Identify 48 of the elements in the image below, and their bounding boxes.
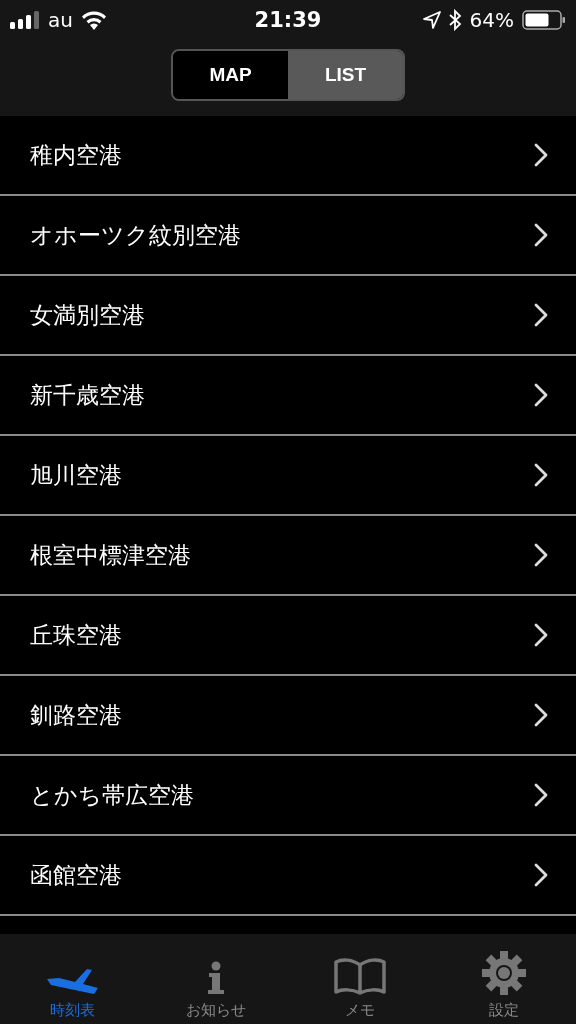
airport-name: 釧路空港 [30, 700, 122, 730]
chevron-right-icon [534, 303, 548, 327]
airport-name: 女満別空港 [30, 300, 145, 330]
tab-bar-item[interactable]: 時刻表 [0, 934, 144, 1024]
airport-list-item[interactable]: オホーツク紋別空港 [0, 196, 576, 276]
chevron-right-icon [534, 623, 548, 647]
airport-name: 根室中標津空港 [30, 540, 191, 570]
chevron-right-icon [534, 783, 548, 807]
location-arrow-icon [422, 11, 441, 29]
book-icon [334, 957, 386, 995]
airport-list-item[interactable]: 女満別空港 [0, 276, 576, 356]
airplane-icon [45, 969, 99, 995]
battery-icon [522, 10, 566, 30]
airport-list-item[interactable]: 釧路空港 [0, 676, 576, 756]
chevron-right-icon [534, 223, 548, 247]
settings-icon [482, 951, 526, 995]
chevron-right-icon [534, 863, 548, 887]
tab-bar-item[interactable]: 設定 [432, 934, 576, 1024]
airport-name: とかち帯広空港 [30, 780, 194, 810]
airport-name: オホーツク紋別空港 [30, 220, 241, 250]
airport-name: 稚内空港 [30, 140, 122, 170]
airport-list-item[interactable]: 丘珠空港 [0, 596, 576, 676]
wifi-icon [80, 10, 107, 30]
battery-percent: 64% [469, 8, 514, 32]
chevron-right-icon [534, 703, 548, 727]
airport-list-item[interactable]: 稚内空港 [0, 116, 576, 196]
airport-list-item[interactable]: 函館空港 [0, 836, 576, 916]
carrier-name: au [48, 8, 73, 32]
airport-name: 丘珠空港 [30, 620, 122, 650]
airport-name: 新千歳空港 [30, 380, 145, 410]
airport-list-item[interactable]: 根室中標津空港 [0, 516, 576, 596]
chevron-right-icon [534, 543, 548, 567]
segment-tab[interactable]: MAP [173, 51, 288, 99]
airport-list-item[interactable]: 旭川空港 [0, 436, 576, 516]
signal-icon [10, 11, 40, 29]
airport-list-item[interactable]: 新千歳空港 [0, 356, 576, 436]
tab-bar-item[interactable]: メモ [288, 934, 432, 1024]
clock-time: 21:39 [254, 8, 322, 32]
airport-name: 函館空港 [30, 860, 122, 890]
chevron-right-icon [534, 143, 548, 167]
info-icon [205, 961, 227, 995]
segment-tab[interactable]: LIST [288, 51, 403, 99]
airport-name: 旭川空港 [30, 460, 122, 490]
bluetooth-icon [448, 9, 462, 31]
chevron-right-icon [534, 383, 548, 407]
airport-list-item[interactable]: とかち帯広空港 [0, 756, 576, 836]
tab-bar-item[interactable]: お知らせ [144, 934, 288, 1024]
chevron-right-icon [534, 463, 548, 487]
